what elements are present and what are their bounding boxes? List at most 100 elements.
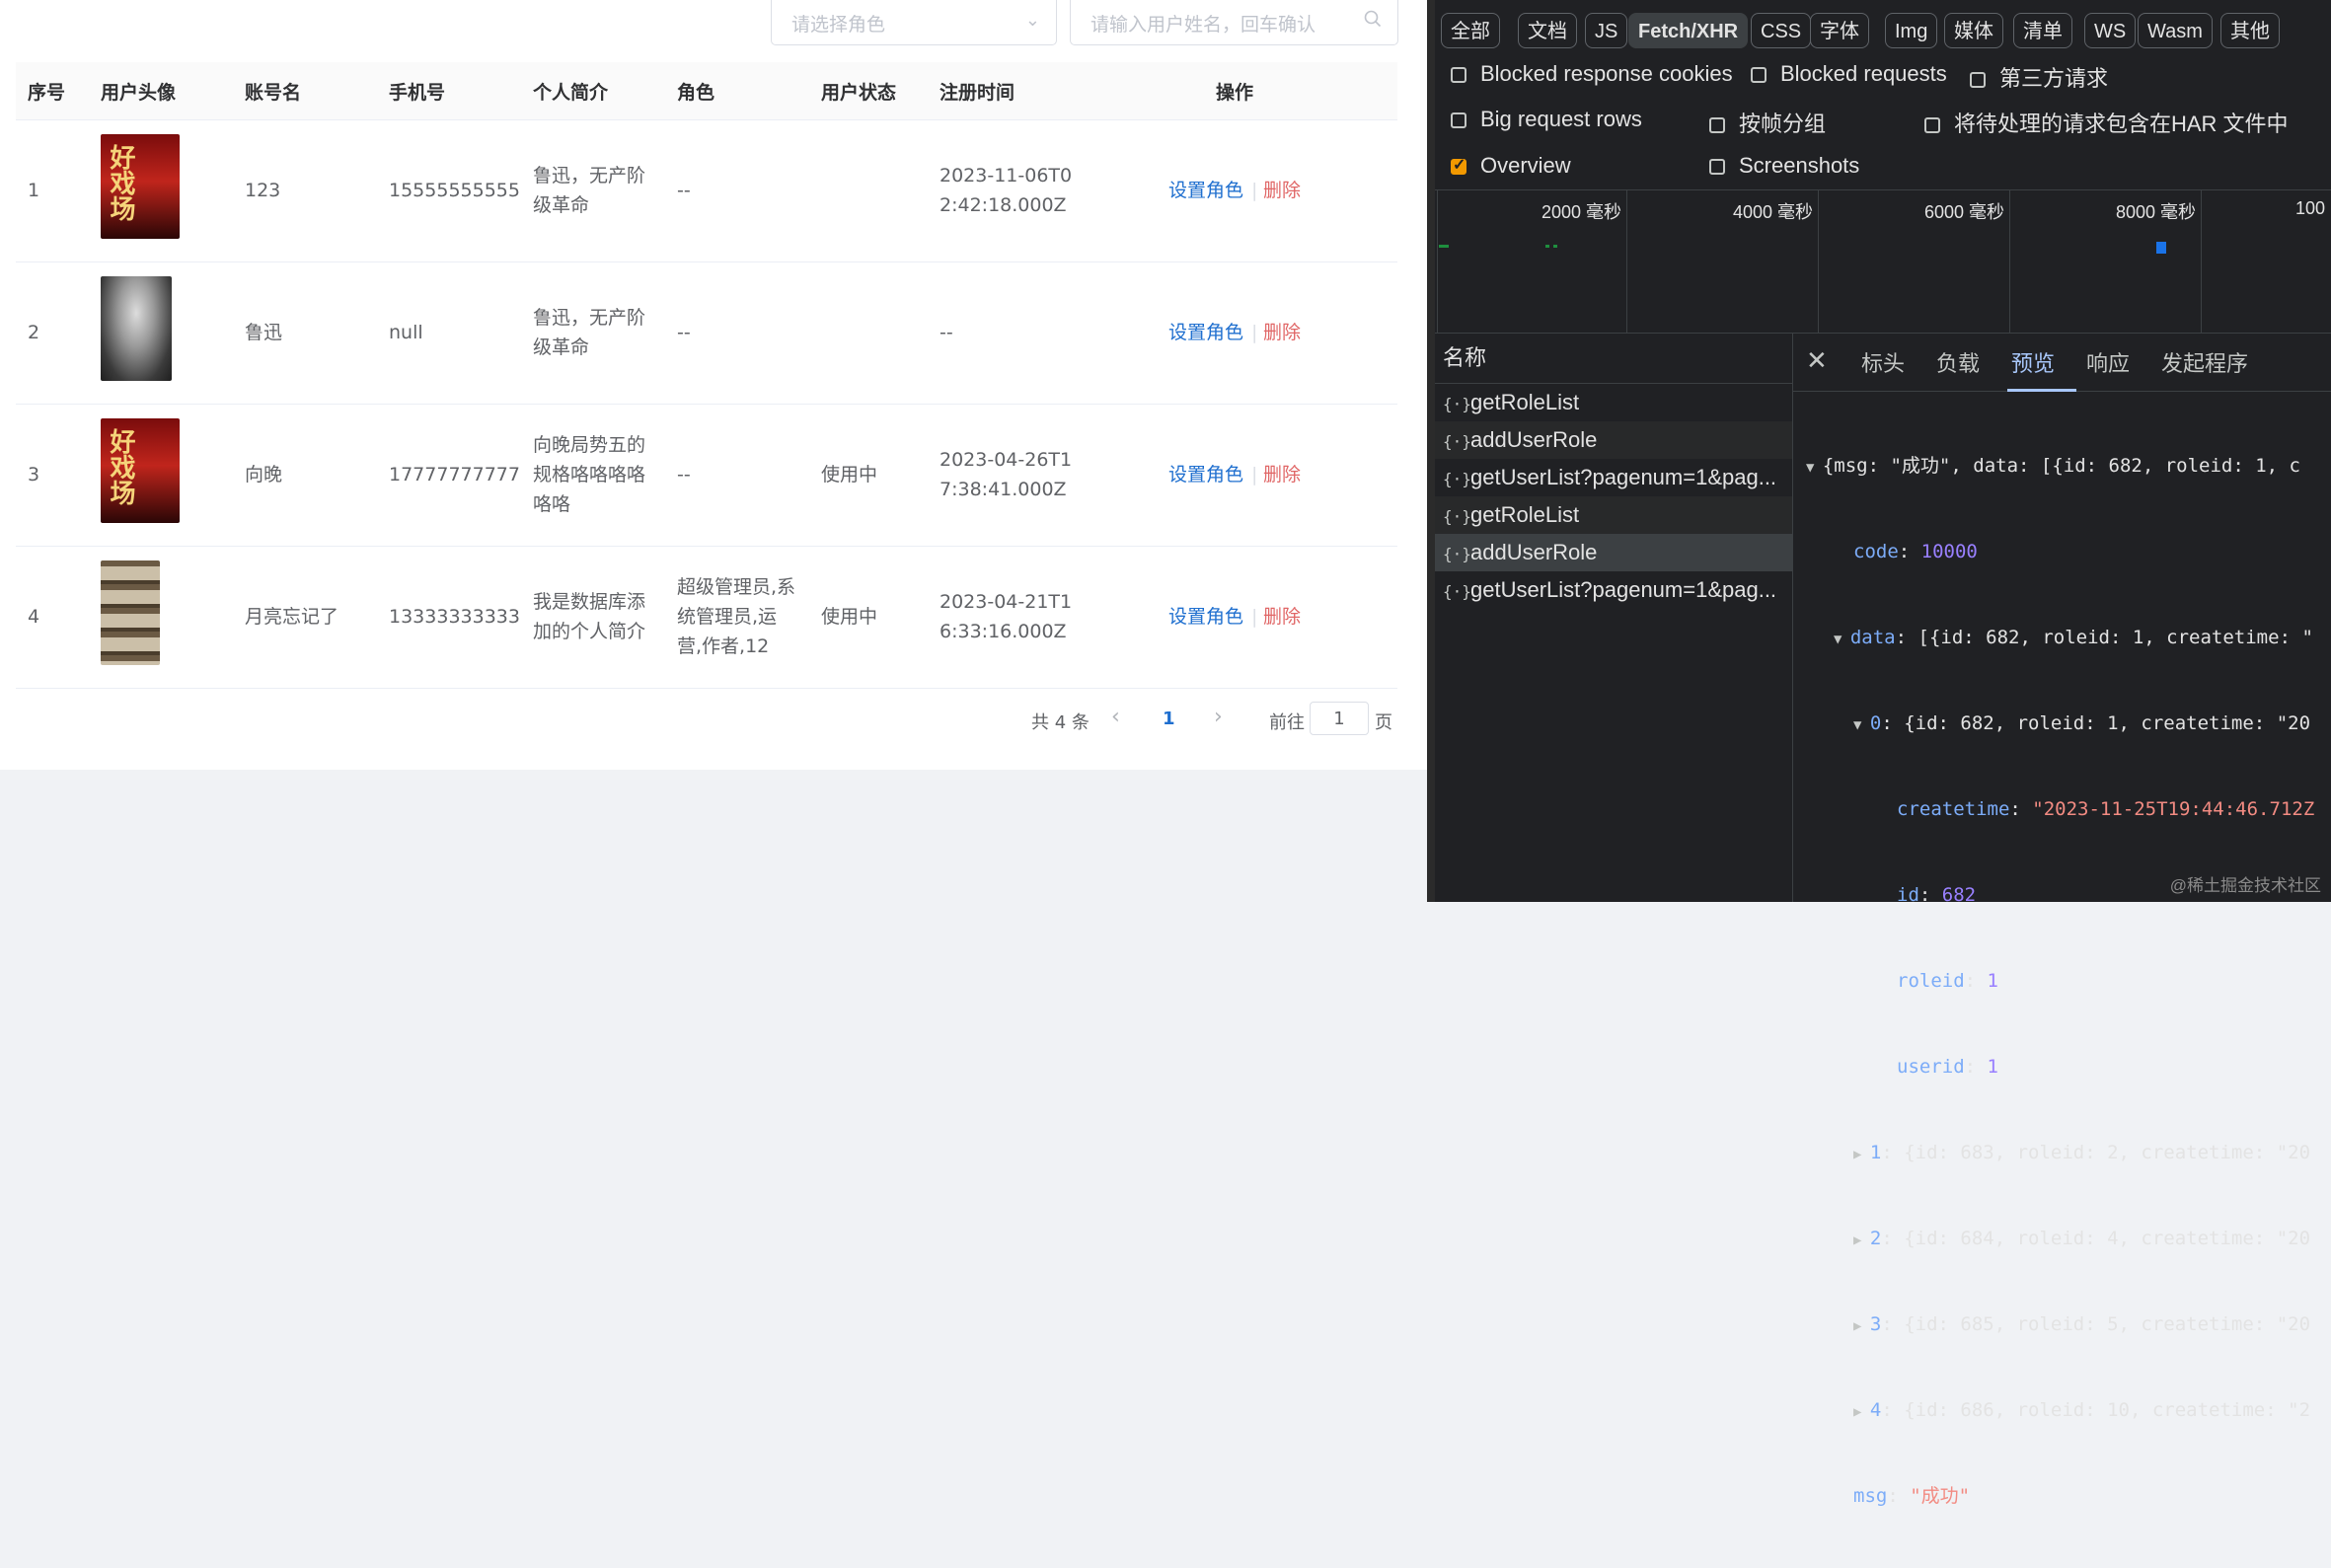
checkbox-box[interactable]	[1751, 67, 1767, 83]
big-request-rows-checkbox[interactable]: Big request rows	[1451, 107, 1642, 132]
checkbox-box[interactable]	[1709, 117, 1725, 133]
json-key: msg	[1853, 1485, 1888, 1507]
json-summary: {id: 683, roleid: 2, createtime: "20	[1904, 1142, 2311, 1163]
overview-checkbox[interactable]: Overview	[1451, 153, 1571, 179]
filter-wasm[interactable]: Wasm	[2138, 13, 2213, 48]
expanded-triangle-icon[interactable]: ▼	[1806, 460, 1823, 476]
json-key: userid	[1897, 1056, 1965, 1078]
timeline-tick-label: 8000 毫秒	[2116, 202, 2197, 222]
json-root-summary: {msg: "成功", data: [{id: 682, roleid: 1, …	[1822, 455, 2300, 477]
expanded-triangle-icon[interactable]: ▼	[1834, 632, 1850, 647]
tab-initiator[interactable]: 发起程序	[2161, 346, 2248, 378]
blocked-requests-checkbox[interactable]: Blocked requests	[1751, 61, 1947, 87]
filter-fetch-xhr[interactable]: Fetch/XHR	[1628, 13, 1749, 48]
row-status: 使用中	[821, 606, 878, 628]
checkbox-box[interactable]	[1709, 159, 1725, 175]
checkbox-box-checked[interactable]	[1451, 155, 1466, 175]
filter-manifest[interactable]: 清单	[2013, 13, 2072, 48]
checkbox-box[interactable]	[1451, 112, 1466, 128]
set-role-button[interactable]: 设置角色	[1168, 460, 1243, 489]
row-time-line: 2:42:18.000Z	[940, 194, 1067, 216]
goto-page-input[interactable]: 1	[1310, 702, 1369, 735]
request-row[interactable]: {·}getRoleList	[1435, 384, 1792, 421]
request-row[interactable]: {·}getRoleList	[1435, 496, 1792, 534]
filter-ws[interactable]: WS	[2084, 13, 2137, 48]
json-key: createtime	[1897, 798, 2010, 820]
row-bio-line: 规格咯咯咯咯	[533, 464, 646, 485]
tab-headers[interactable]: 标头	[1861, 346, 1905, 378]
xhr-icon: {·}	[1443, 432, 1471, 451]
checkbox-box[interactable]	[1970, 72, 1986, 88]
row-role: --	[677, 180, 691, 201]
collapsed-triangle-icon[interactable]: ▶	[1853, 1404, 1870, 1420]
checkbox-box[interactable]	[1924, 117, 1940, 133]
row-bio-line: 鲁迅，无产阶	[533, 165, 646, 187]
json-root-line[interactable]: ▼ {msg: "成功", data: [{id: 682, roleid: 1…	[1792, 452, 2331, 481]
screenshots-checkbox[interactable]: Screenshots	[1709, 153, 1859, 179]
row-index: 4	[28, 606, 40, 628]
request-row[interactable]: {·}getUserList?pagenum=1&pag...	[1435, 571, 1792, 609]
set-role-button[interactable]: 设置角色	[1168, 176, 1243, 205]
filter-css[interactable]: CSS	[1751, 13, 1812, 48]
delete-button[interactable]: 删除	[1263, 602, 1301, 632]
role-select[interactable]: 请选择角色 ⌄	[771, 0, 1057, 45]
devtools-resize-handle[interactable]	[1427, 0, 1435, 902]
json-line[interactable]: ▼ data: [{id: 682, roleid: 1, createtime…	[1792, 624, 2331, 652]
row-bio-line: 加的个人简介	[533, 621, 646, 642]
json-line[interactable]: ▶ 1: {id: 683, roleid: 2, createtime: "2…	[1792, 1139, 2331, 1167]
request-row[interactable]: {·}getUserList?pagenum=1&pag...	[1435, 459, 1792, 496]
user-search-input[interactable]: 请输入用户姓名，回车确认	[1070, 0, 1398, 45]
filter-font[interactable]: 字体	[1810, 13, 1869, 48]
json-line[interactable]: ▶ 4: {id: 686, roleid: 10, createtime: "…	[1792, 1396, 2331, 1425]
row-time-line: 7:38:41.000Z	[940, 479, 1067, 500]
set-role-button[interactable]: 设置角色	[1168, 602, 1243, 632]
filter-all[interactable]: 全部	[1441, 13, 1500, 48]
action-separator: |	[1251, 464, 1258, 485]
filter-js[interactable]: JS	[1585, 13, 1628, 48]
request-row[interactable]: {·}addUserRole	[1435, 421, 1792, 459]
request-row-selected[interactable]: {·}addUserRole	[1435, 534, 1792, 571]
xhr-icon: {·}	[1443, 507, 1471, 526]
collapsed-triangle-icon[interactable]: ▶	[1853, 1147, 1870, 1162]
tab-payload[interactable]: 负载	[1936, 346, 1980, 378]
filter-media[interactable]: 媒体	[1944, 13, 2003, 48]
prev-page-button[interactable]: ‹	[1111, 705, 1120, 729]
tab-response[interactable]: 响应	[2086, 346, 2130, 378]
timeline-tick	[2009, 190, 2010, 333]
json-summary: {id: 682, roleid: 1, createtime: "20	[1904, 712, 2311, 734]
overview-timeline[interactable]: 2000 毫秒 4000 毫秒 6000 毫秒 8000 毫秒 100	[1435, 189, 2331, 334]
row-time-line: 2023-11-06T0	[940, 165, 1073, 187]
next-page-button[interactable]: ›	[1214, 705, 1223, 729]
checkbox-label: 第三方请求	[1999, 66, 2109, 91]
expanded-triangle-icon[interactable]: ▼	[1853, 717, 1870, 733]
timeline-tick	[1437, 190, 1438, 333]
json-line[interactable]: ▶ 2: {id: 684, roleid: 4, createtime: "2…	[1792, 1225, 2331, 1253]
page-number-current[interactable]: 1	[1163, 709, 1175, 729]
delete-button[interactable]: 删除	[1263, 318, 1301, 347]
name-column-header[interactable]: 名称	[1435, 334, 1792, 384]
row-account: 向晚	[245, 464, 283, 485]
close-icon[interactable]: ✕	[1806, 345, 1828, 376]
group-by-frame-checkbox[interactable]: 按帧分组	[1709, 107, 1826, 138]
set-role-button[interactable]: 设置角色	[1168, 318, 1243, 347]
pagination: 共 4 条 ‹ 1 › 前往 1 页	[0, 691, 1427, 750]
filter-other[interactable]: 其他	[2220, 13, 2280, 48]
filter-img[interactable]: Img	[1885, 13, 1938, 48]
json-line[interactable]: ▶ 3: {id: 685, roleid: 5, createtime: "2…	[1792, 1310, 2331, 1339]
user-search-placeholder: 请输入用户姓名，回车确认	[1090, 14, 1316, 36]
json-line: createtime: "2023-11-25T19:44:46.712Z	[1897, 798, 2315, 820]
delete-button[interactable]: 删除	[1263, 460, 1301, 489]
delete-button[interactable]: 删除	[1263, 176, 1301, 205]
checkbox-box[interactable]	[1451, 67, 1466, 83]
har-checkbox[interactable]: 将待处理的请求包含在HAR 文件中	[1924, 107, 2289, 138]
json-line[interactable]: ▼ 0: {id: 682, roleid: 1, createtime: "2…	[1792, 709, 2331, 738]
checkbox-label: Big request rows	[1480, 107, 1642, 131]
collapsed-triangle-icon[interactable]: ▶	[1853, 1318, 1870, 1334]
filter-doc[interactable]: 文档	[1518, 13, 1577, 48]
tab-preview[interactable]: 预览	[2011, 346, 2055, 378]
watermark: @稀土掘金技术社区	[2169, 876, 2321, 895]
header-avatar: 用户头像	[101, 82, 177, 104]
blocked-cookies-checkbox[interactable]: Blocked response cookies	[1451, 61, 1733, 87]
third-party-checkbox[interactable]: 第三方请求	[1970, 61, 2108, 93]
collapsed-triangle-icon[interactable]: ▶	[1853, 1232, 1870, 1248]
